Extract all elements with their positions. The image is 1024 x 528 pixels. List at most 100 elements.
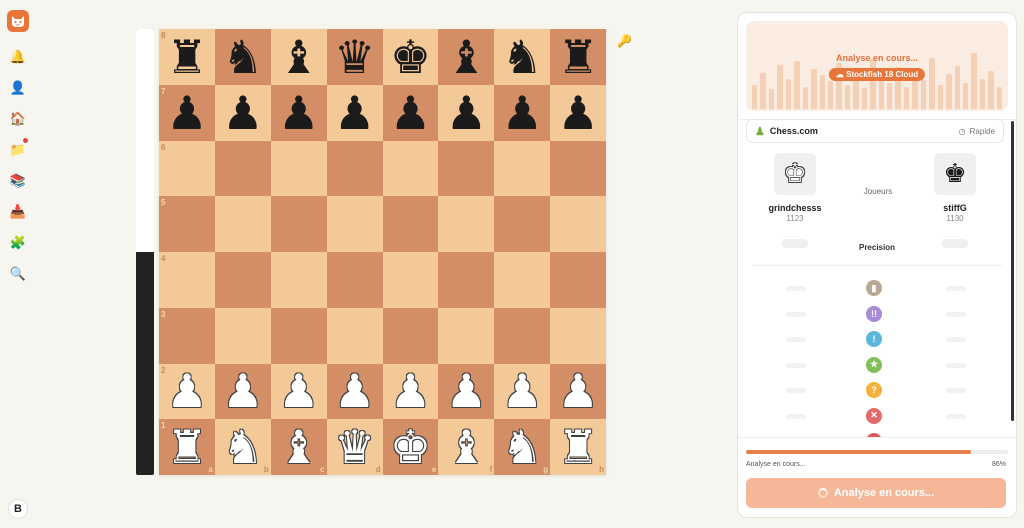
black-pawn-piece[interactable]: ♟: [334, 90, 375, 136]
white-pawn-piece[interactable]: ♟: [502, 368, 543, 414]
sidebar-puzzle-icon[interactable]: 🧩: [10, 234, 26, 250]
square-f7[interactable]: ♟: [438, 84, 495, 141]
square-g8[interactable]: ♞: [494, 29, 551, 85]
square-c1[interactable]: c ♝: [270, 419, 327, 475]
square-h3[interactable]: [550, 307, 606, 364]
white-bishop-piece[interactable]: ♝: [278, 424, 319, 470]
white-knight-piece[interactable]: ♞: [502, 424, 543, 470]
black-pawn-piece[interactable]: ♟: [222, 90, 263, 136]
square-d8[interactable]: ♛: [326, 29, 383, 85]
black-knight-piece[interactable]: ♞: [502, 34, 543, 80]
square-a6[interactable]: 6: [159, 140, 215, 197]
square-g2[interactable]: ♟: [494, 363, 551, 420]
square-g1[interactable]: g ♞: [494, 419, 551, 475]
square-d6[interactable]: [326, 140, 383, 197]
square-g7[interactable]: ♟: [494, 84, 551, 141]
sidebar-library-icon[interactable]: 📚: [10, 172, 26, 188]
white-pawn-piece[interactable]: ♟: [334, 368, 375, 414]
square-b7[interactable]: ♟: [214, 84, 271, 141]
square-c3[interactable]: [270, 307, 327, 364]
square-b1[interactable]: b ♞: [214, 419, 271, 475]
black-pawn-piece[interactable]: ♟: [446, 90, 487, 136]
square-b8[interactable]: ♞: [214, 29, 271, 85]
black-pawn-piece[interactable]: ♟: [390, 90, 431, 136]
square-c5[interactable]: [270, 196, 327, 252]
square-h4[interactable]: [550, 252, 606, 308]
white-king-piece[interactable]: ♚: [390, 424, 431, 470]
analyze-button[interactable]: Analyse en cours...: [746, 478, 1006, 508]
sidebar-home-icon[interactable]: 🏠: [10, 110, 26, 126]
square-b3[interactable]: [214, 307, 271, 364]
sidebar-profile-icon[interactable]: 👤: [10, 79, 26, 95]
sidebar-inbox-icon[interactable]: 📥: [10, 203, 26, 219]
black-pawn-piece[interactable]: ♟: [166, 90, 207, 136]
square-e1[interactable]: e ♚: [382, 419, 439, 475]
square-f1[interactable]: f ♝: [438, 419, 495, 475]
square-a2[interactable]: 2 ♟: [159, 363, 215, 420]
black-bishop-piece[interactable]: ♝: [446, 34, 487, 80]
square-h5[interactable]: [550, 196, 606, 252]
square-c4[interactable]: [270, 252, 327, 308]
square-e4[interactable]: [382, 252, 439, 308]
square-f5[interactable]: [438, 196, 495, 252]
square-a7[interactable]: 7 ♟: [159, 84, 215, 141]
white-bishop-piece[interactable]: ♝: [446, 424, 487, 470]
square-a5[interactable]: 5: [159, 196, 215, 252]
square-e8[interactable]: ♚: [382, 29, 439, 85]
square-e3[interactable]: [382, 307, 439, 364]
key-icon[interactable]: 🔑: [617, 34, 632, 48]
black-pawn-piece[interactable]: ♟: [557, 90, 598, 136]
square-e6[interactable]: [382, 140, 439, 197]
square-c8[interactable]: ♝: [270, 29, 327, 85]
square-d5[interactable]: [326, 196, 383, 252]
app-logo[interactable]: [7, 10, 29, 32]
black-pawn-piece[interactable]: ♟: [502, 90, 543, 136]
white-pawn-piece[interactable]: ♟: [278, 368, 319, 414]
square-d1[interactable]: d ♛: [326, 419, 383, 475]
square-f4[interactable]: [438, 252, 495, 308]
sidebar-folder-icon[interactable]: 📁: [10, 138, 28, 157]
square-d2[interactable]: ♟: [326, 363, 383, 420]
white-queen-piece[interactable]: ♛: [334, 424, 375, 470]
profile-avatar-button[interactable]: B: [8, 499, 28, 519]
square-c6[interactable]: [270, 140, 327, 197]
square-e5[interactable]: [382, 196, 439, 252]
chess-board[interactable]: 8 ♜ ♞ ♝ ♛ ♚ ♝ ♞ ♜ 7 ♟ ♟ ♟ ♟ ♟ ♟ ♟ ♟ 6 5 4 3 2 ♟ ♟ ♟ ♟ ♟ ♟ ♟ ♟ 1 a ♜ b ♞ c ♝ d ♛…: [159, 29, 606, 475]
square-g6[interactable]: [494, 140, 551, 197]
white-rook-piece[interactable]: ♜: [166, 424, 207, 470]
black-knight-piece[interactable]: ♞: [222, 34, 263, 80]
square-a8[interactable]: 8 ♜: [159, 29, 215, 85]
white-knight-piece[interactable]: ♞: [222, 424, 263, 470]
black-queen-piece[interactable]: ♛: [334, 34, 375, 80]
sidebar-search-icon[interactable]: 🔍: [10, 265, 26, 281]
square-b6[interactable]: [214, 140, 271, 197]
square-e2[interactable]: ♟: [382, 363, 439, 420]
square-b5[interactable]: [214, 196, 271, 252]
white-rook-piece[interactable]: ♜: [557, 424, 598, 470]
square-b4[interactable]: [214, 252, 271, 308]
black-pawn-piece[interactable]: ♟: [278, 90, 319, 136]
panel-scrollbar[interactable]: [1011, 121, 1014, 421]
square-d7[interactable]: ♟: [326, 84, 383, 141]
square-d4[interactable]: [326, 252, 383, 308]
square-g4[interactable]: [494, 252, 551, 308]
black-king-piece[interactable]: ♚: [390, 34, 431, 80]
white-pawn-piece[interactable]: ♟: [557, 368, 598, 414]
square-h7[interactable]: ♟: [550, 84, 606, 141]
sidebar-notifications-icon[interactable]: 🔔: [10, 48, 26, 64]
square-h2[interactable]: ♟: [550, 363, 606, 420]
white-pawn-piece[interactable]: ♟: [390, 368, 431, 414]
square-f2[interactable]: ♟: [438, 363, 495, 420]
white-pawn-piece[interactable]: ♟: [222, 368, 263, 414]
square-c2[interactable]: ♟: [270, 363, 327, 420]
square-f3[interactable]: [438, 307, 495, 364]
square-g5[interactable]: [494, 196, 551, 252]
square-h1[interactable]: h ♜: [550, 419, 606, 475]
black-bishop-piece[interactable]: ♝: [278, 34, 319, 80]
square-f8[interactable]: ♝: [438, 29, 495, 85]
square-h8[interactable]: ♜: [550, 29, 606, 85]
white-pawn-piece[interactable]: ♟: [166, 368, 207, 414]
square-c7[interactable]: ♟: [270, 84, 327, 141]
white-pawn-piece[interactable]: ♟: [446, 368, 487, 414]
black-rook-piece[interactable]: ♜: [557, 34, 598, 80]
